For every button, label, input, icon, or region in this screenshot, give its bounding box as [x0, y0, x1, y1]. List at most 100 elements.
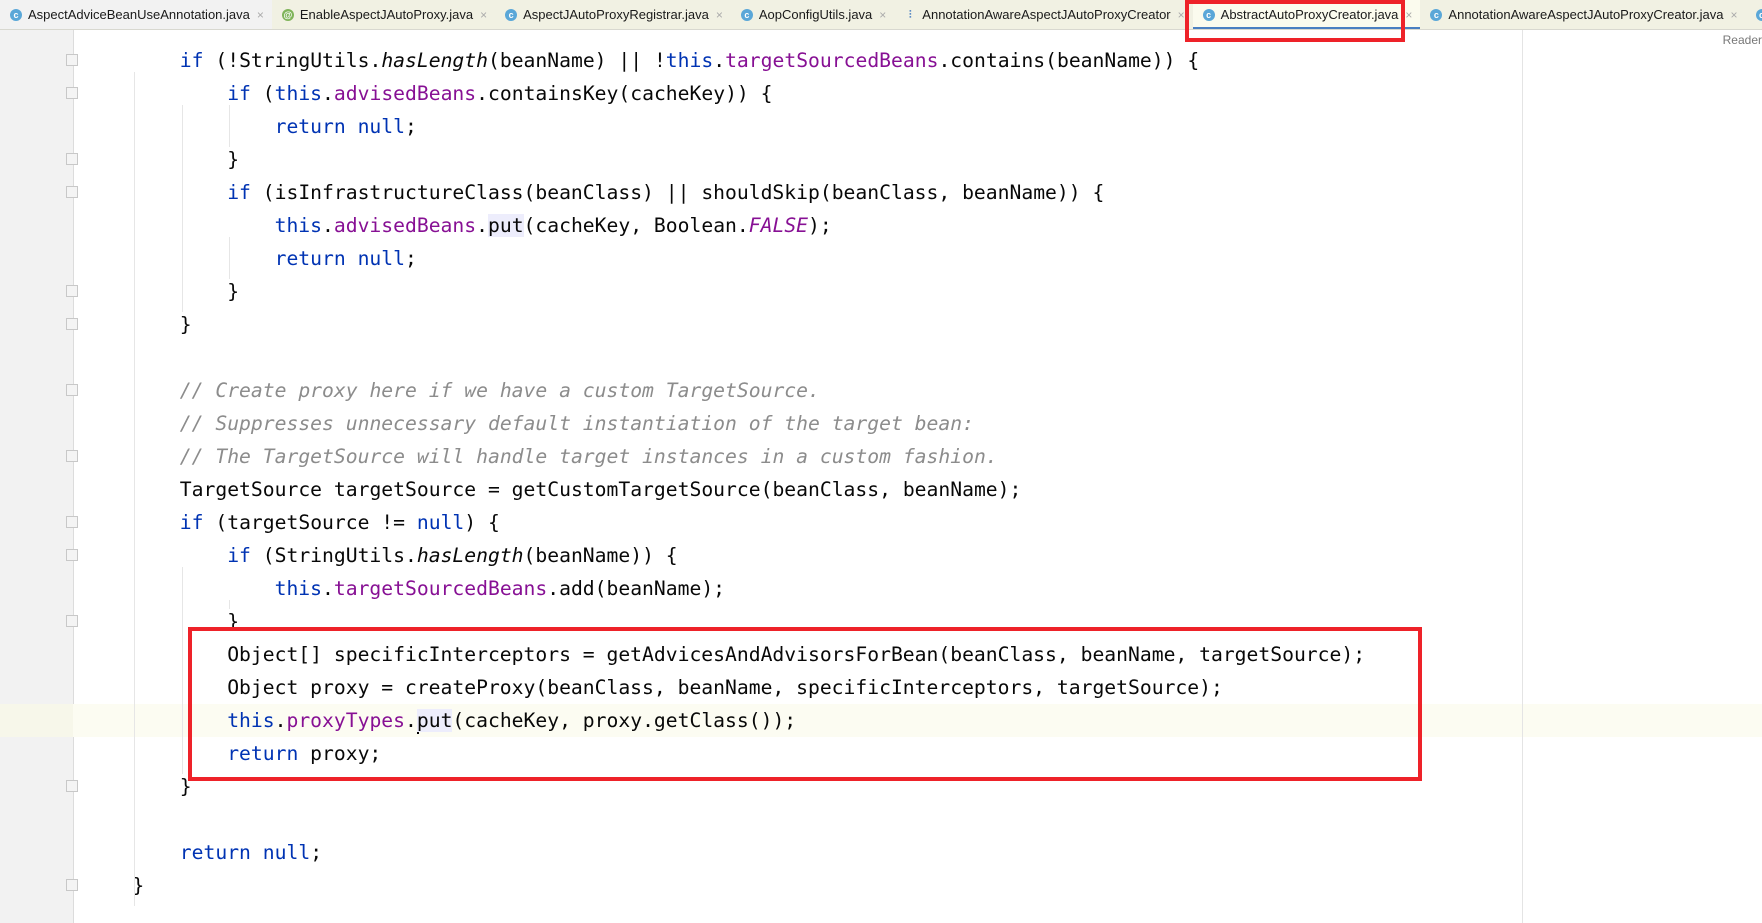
- close-icon[interactable]: ×: [716, 8, 723, 22]
- code-token: targetSourcedBeans: [725, 49, 939, 72]
- code-token: targetSourcedBeans: [333, 577, 548, 600]
- code-line: }: [227, 275, 239, 308]
- code-token: hasLength: [416, 544, 524, 567]
- code-token: // The TargetSource will handle target i…: [179, 445, 998, 468]
- code-token: .: [322, 577, 334, 600]
- fold-marker-icon[interactable]: [66, 285, 78, 297]
- tab-label: AspectJAutoProxyRegistrar.java: [523, 7, 709, 22]
- fold-marker-icon[interactable]: [66, 153, 78, 165]
- code-token: this: [274, 82, 323, 105]
- class-icon: c: [1755, 8, 1762, 21]
- fold-marker-icon[interactable]: [66, 549, 78, 561]
- editor-gutter: [0, 30, 74, 923]
- code-line: TargetSource targetSource = getCustomTar…: [180, 473, 1022, 506]
- fold-marker-icon[interactable]: [66, 780, 78, 792]
- structure-icon: ⫶: [908, 8, 912, 21]
- fold-marker-icon[interactable]: [66, 87, 78, 99]
- code-line: return null;: [180, 836, 322, 869]
- code-token: (beanName)) {: [523, 544, 678, 567]
- fold-marker-icon[interactable]: [66, 54, 78, 66]
- code-token: TargetSource targetSource = getCustomTar…: [179, 478, 1022, 501]
- code-token: null: [416, 511, 465, 534]
- close-icon[interactable]: ×: [879, 8, 886, 22]
- code-line: return null;: [275, 242, 417, 275]
- code-token: .containsKey(cacheKey)) {: [476, 82, 773, 105]
- fold-marker-icon[interactable]: [66, 318, 78, 330]
- tab-label: AopConfigUtils.java: [758, 7, 873, 22]
- code-token: ) {: [464, 511, 500, 534]
- code-line: this.targetSourcedBeans.add(beanName);: [275, 572, 725, 605]
- code-line: if (StringUtils.hasLength(beanName)) {: [227, 539, 677, 572]
- code-token: if: [227, 544, 251, 567]
- code-line: if (this.advisedBeans.containsKey(cacheK…: [227, 77, 772, 110]
- code-line: if (targetSource != null) {: [180, 506, 500, 539]
- tab-aspectadvicebeanuseannotation[interactable]: c AspectAdviceBeanUseAnnotation.java ×: [0, 0, 272, 29]
- tab-label: AnnotationAwareAspectJAutoProxyCreator.j…: [1448, 7, 1724, 22]
- fold-marker-icon[interactable]: [66, 615, 78, 627]
- tab-a[interactable]: cA: [1746, 0, 1762, 29]
- code-token: .: [322, 214, 334, 237]
- code-token: return: [274, 247, 346, 270]
- code-token: advisedBeans: [333, 214, 477, 237]
- tab-label: AspectAdviceBeanUseAnnotation.java: [28, 7, 250, 22]
- code-token: null: [262, 841, 311, 864]
- close-icon[interactable]: ×: [480, 8, 487, 22]
- code-token: .: [476, 214, 488, 237]
- tab-annotationawareaspectjautoproxycreator[interactable]: c AnnotationAwareAspectJAutoProxyCreator.…: [1420, 0, 1745, 29]
- code-token: }: [179, 313, 192, 336]
- fold-marker-icon[interactable]: [66, 450, 78, 462]
- class-icon: c: [10, 8, 22, 21]
- code-token: }: [227, 148, 240, 171]
- code-token: .: [713, 49, 726, 72]
- code-token: this: [665, 49, 714, 72]
- highlight-box-tab: [1185, 0, 1405, 42]
- code-token: }: [227, 280, 240, 303]
- code-token: // Create proxy here if we have a custom…: [179, 379, 820, 402]
- class-icon: c: [505, 8, 518, 21]
- close-icon[interactable]: ×: [1731, 8, 1738, 22]
- close-icon[interactable]: ×: [257, 8, 264, 22]
- code-token: (cacheKey, Boolean.: [523, 214, 749, 237]
- code-token: return: [274, 115, 346, 138]
- code-line: if (!StringUtils.hasLength(beanName) || …: [180, 44, 1199, 77]
- fold-marker-icon[interactable]: [66, 186, 78, 198]
- reader-mode-button[interactable]: Reader: [1723, 33, 1762, 47]
- code-token: // Suppresses unnecessary default instan…: [179, 412, 974, 435]
- tab-label: AnnotationAwareAspectJAutoProxyCreator: [922, 7, 1171, 22]
- close-icon[interactable]: ×: [1178, 8, 1185, 22]
- tab-enableaspectjautoproxy[interactable]: @ EnableAspectJAutoProxy.java ×: [272, 0, 495, 29]
- fold-marker-icon[interactable]: [66, 516, 78, 528]
- code-token: advisedBeans: [333, 82, 477, 105]
- code-line: // Suppresses unnecessary default instan…: [180, 407, 974, 440]
- class-icon: c: [1430, 8, 1443, 21]
- highlight-box-code: [188, 627, 1422, 781]
- tab-aspectjautoproxyregistrar[interactable]: c AspectJAutoProxyRegistrar.java ×: [495, 0, 731, 29]
- code-token: this: [274, 214, 323, 237]
- indent-guide: [181, 567, 183, 774]
- code-token: .add(beanName);: [547, 577, 726, 600]
- code-line: }: [227, 143, 239, 176]
- code-token: FALSE: [748, 214, 809, 237]
- code-token: null: [357, 247, 405, 270]
- tab-annotationawareaspectjautoproxycreator[interactable]: ⫶ AnnotationAwareAspectJAutoProxyCreator ×: [894, 0, 1192, 29]
- code-token: (isInfrastructureClass(beanClass) || sho…: [250, 181, 1105, 204]
- code-token: (beanName) || !: [488, 49, 666, 72]
- code-token: return: [179, 841, 251, 864]
- indent-guide: [229, 237, 231, 279]
- editor-tab-bar: c AspectAdviceBeanUseAnnotation.java × @ Ena…: [0, 0, 1762, 30]
- code-token: ;: [310, 841, 323, 864]
- tab-label: EnableAspectJAutoProxy.java: [299, 7, 474, 22]
- code-token: null: [357, 115, 405, 138]
- close-icon[interactable]: ×: [1405, 8, 1412, 22]
- code-token: (targetSource !=: [203, 511, 417, 534]
- code-line: this.advisedBeans.put(cacheKey, Boolean.…: [275, 209, 832, 242]
- fold-marker-icon[interactable]: [66, 384, 78, 396]
- code-token: ;: [405, 115, 417, 138]
- indent-guide: [134, 72, 136, 906]
- fold-marker-icon[interactable]: [66, 879, 78, 891]
- code-token: if: [227, 181, 251, 204]
- tab-aopconfigutils[interactable]: c AopConfigUtils.java ×: [731, 0, 894, 29]
- code-token: (!StringUtils.: [203, 49, 382, 72]
- code-token: );: [808, 214, 832, 237]
